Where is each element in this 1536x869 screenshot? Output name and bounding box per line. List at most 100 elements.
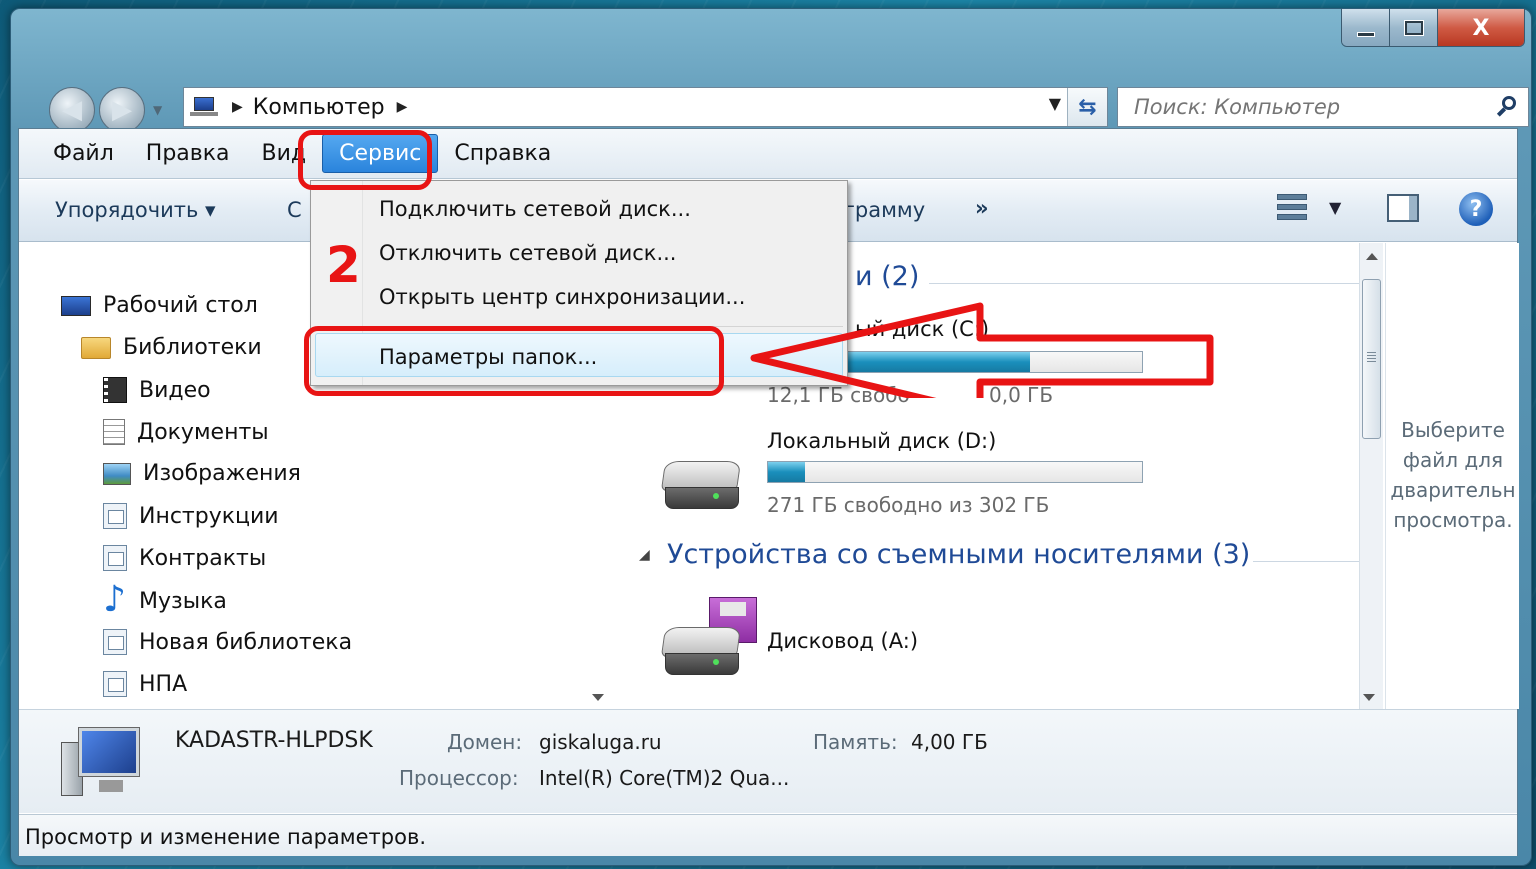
- menu-file[interactable]: Файл: [37, 135, 130, 172]
- search-input[interactable]: [1134, 95, 1474, 119]
- organize-button[interactable]: Упорядочить ▾: [55, 198, 216, 222]
- nav-item-label: Видео: [139, 377, 211, 403]
- folder-icon: [81, 336, 111, 359]
- refresh-icon: ⇆: [1078, 94, 1097, 120]
- status-text: Просмотр и изменение параметров.: [25, 825, 426, 849]
- memory-value: 4,00 ГБ: [911, 730, 988, 754]
- nav-item-desktop[interactable]: Рабочий стол: [61, 293, 258, 318]
- annotation-arrow-icon: [750, 302, 1214, 398]
- nav-item-images[interactable]: Изображения: [103, 461, 301, 486]
- hard-drive-icon[interactable]: [660, 461, 742, 513]
- collapse-group-icon[interactable]: ◢: [639, 547, 650, 563]
- annotation-step-number: 2: [326, 236, 361, 294]
- scroll-thumb[interactable]: [1362, 279, 1381, 439]
- library-icon: [103, 503, 127, 529]
- document-icon: [103, 419, 125, 445]
- help-icon[interactable]: ?: [1459, 192, 1493, 226]
- preview-placeholder-text: Выберите файл для дварительн просмотра.: [1390, 418, 1516, 532]
- domain-value: giskaluga.ru: [539, 730, 662, 754]
- library-icon: [103, 671, 127, 697]
- drive-d-usage-bar: [767, 461, 1143, 483]
- back-arrow-icon: ◀: [62, 95, 82, 125]
- music-icon: [103, 579, 127, 620]
- menu-bar: Файл Правка Вид Сервис Справка: [19, 129, 1517, 179]
- group-divider: [929, 283, 1359, 284]
- minimize-button[interactable]: [1342, 9, 1390, 46]
- forward-arrow-icon: ▶: [112, 95, 132, 125]
- drive-d-free-space: 271 ГБ свободно из 302 ГБ: [767, 493, 1050, 517]
- nav-item-label: Библиотеки: [123, 335, 262, 360]
- address-dropdown-icon[interactable]: ▼: [1049, 94, 1061, 113]
- recent-pages-dropdown[interactable]: ▼: [153, 103, 162, 117]
- nav-item-label: НПА: [139, 671, 188, 697]
- menu-item-map-network-drive[interactable]: Подключить сетевой диск...: [379, 197, 691, 221]
- content-scrollbar[interactable]: [1359, 243, 1383, 709]
- group-divider: [1253, 561, 1359, 562]
- back-button[interactable]: ◀: [49, 87, 95, 133]
- drive-base-icon[interactable]: [660, 627, 742, 679]
- scroll-down-icon[interactable]: [1363, 694, 1375, 701]
- preview-pane-icon[interactable]: [1387, 194, 1419, 222]
- group-header-hard-drives[interactable]: и (2): [855, 261, 919, 292]
- nav-item-instructions[interactable]: Инструкции: [103, 503, 279, 529]
- more-commands-button[interactable]: »: [975, 196, 989, 220]
- nav-item-music[interactable]: Музыка: [103, 579, 227, 620]
- nav-item-npa[interactable]: НПА: [103, 671, 187, 697]
- window-controls: X: [1341, 9, 1525, 47]
- nav-item-label: Инструкции: [139, 503, 279, 529]
- nav-item-new-library[interactable]: Новая библиотека: [103, 629, 352, 655]
- computer-name: KADASTR-HLPDSK: [175, 728, 373, 753]
- view-dropdown-icon[interactable]: ▼: [1329, 198, 1341, 217]
- drive-d-usage-fill: [768, 462, 806, 482]
- maximize-button[interactable]: [1390, 9, 1438, 46]
- change-view-icon[interactable]: [1277, 194, 1311, 224]
- menu-item-sync-center[interactable]: Открыть центр синхронизации...: [379, 285, 745, 309]
- nav-item-label: Изображения: [143, 461, 301, 486]
- nav-item-libraries[interactable]: Библиотеки: [81, 335, 262, 360]
- address-bar[interactable]: ▶ Компьютер ▶ ▼ ⇆: [183, 87, 1108, 127]
- processor-value: Intel(R) Core(TM)2 Qua...: [539, 766, 790, 790]
- refresh-button[interactable]: ⇆: [1067, 88, 1107, 126]
- search-box[interactable]: [1117, 87, 1529, 127]
- annotation-highlight-tools-menu: [298, 130, 432, 190]
- scroll-down-icon[interactable]: [592, 694, 604, 701]
- annotation-highlight-folder-options: [304, 326, 724, 396]
- drive-d-label[interactable]: Локальный диск (D:): [767, 429, 996, 453]
- computer-icon: [55, 724, 145, 804]
- menu-help[interactable]: Справка: [438, 135, 567, 172]
- computer-icon: [190, 96, 220, 118]
- details-pane: KADASTR-HLPDSK Домен: giskaluga.ru Памят…: [19, 709, 1517, 813]
- nav-item-label: Документы: [137, 419, 269, 445]
- menu-edit[interactable]: Правка: [130, 135, 246, 172]
- nav-item-contracts[interactable]: Контракты: [103, 545, 266, 571]
- maximize-icon: [1404, 21, 1423, 35]
- preview-pane: Выберите файл для дварительн просмотра.: [1385, 243, 1519, 709]
- close-icon: X: [1472, 15, 1490, 41]
- search-icon[interactable]: [1494, 94, 1520, 120]
- drive-a-label[interactable]: Дисковод (A:): [767, 629, 918, 653]
- grip-icon: [1367, 352, 1376, 362]
- nav-item-label: Контракты: [139, 545, 267, 571]
- nav-item-label: Музыка: [139, 588, 227, 614]
- video-icon: [103, 377, 127, 403]
- image-icon: [103, 462, 131, 485]
- status-bar: Просмотр и изменение параметров.: [19, 814, 1517, 856]
- memory-label: Память:: [813, 730, 898, 754]
- menu-item-disconnect-network-drive[interactable]: Отключить сетевой диск...: [379, 241, 676, 265]
- forward-button[interactable]: ▶: [99, 87, 145, 133]
- breadcrumb-computer[interactable]: Компьютер: [253, 95, 385, 120]
- navigation-row: ◀ ▶ ▼ ▶ Компьютер ▶ ▼ ⇆: [33, 79, 1533, 135]
- processor-label: Процессор:: [399, 766, 519, 790]
- breadcrumb-chevron-icon[interactable]: ▶: [397, 99, 408, 115]
- scroll-up-icon[interactable]: [1366, 253, 1378, 260]
- domain-label: Домен:: [447, 730, 523, 754]
- nav-item-video[interactable]: Видео: [103, 377, 211, 403]
- group-header-removable[interactable]: Устройства со съемными носителями (3): [667, 539, 1250, 570]
- nav-item-label: Рабочий стол: [103, 293, 258, 318]
- close-button[interactable]: X: [1438, 9, 1524, 46]
- breadcrumb-chevron-icon[interactable]: ▶: [232, 99, 243, 115]
- toolbar-partial-button[interactable]: С: [287, 198, 302, 222]
- library-icon: [103, 629, 127, 655]
- library-icon: [103, 545, 127, 571]
- nav-item-documents[interactable]: Документы: [103, 419, 269, 445]
